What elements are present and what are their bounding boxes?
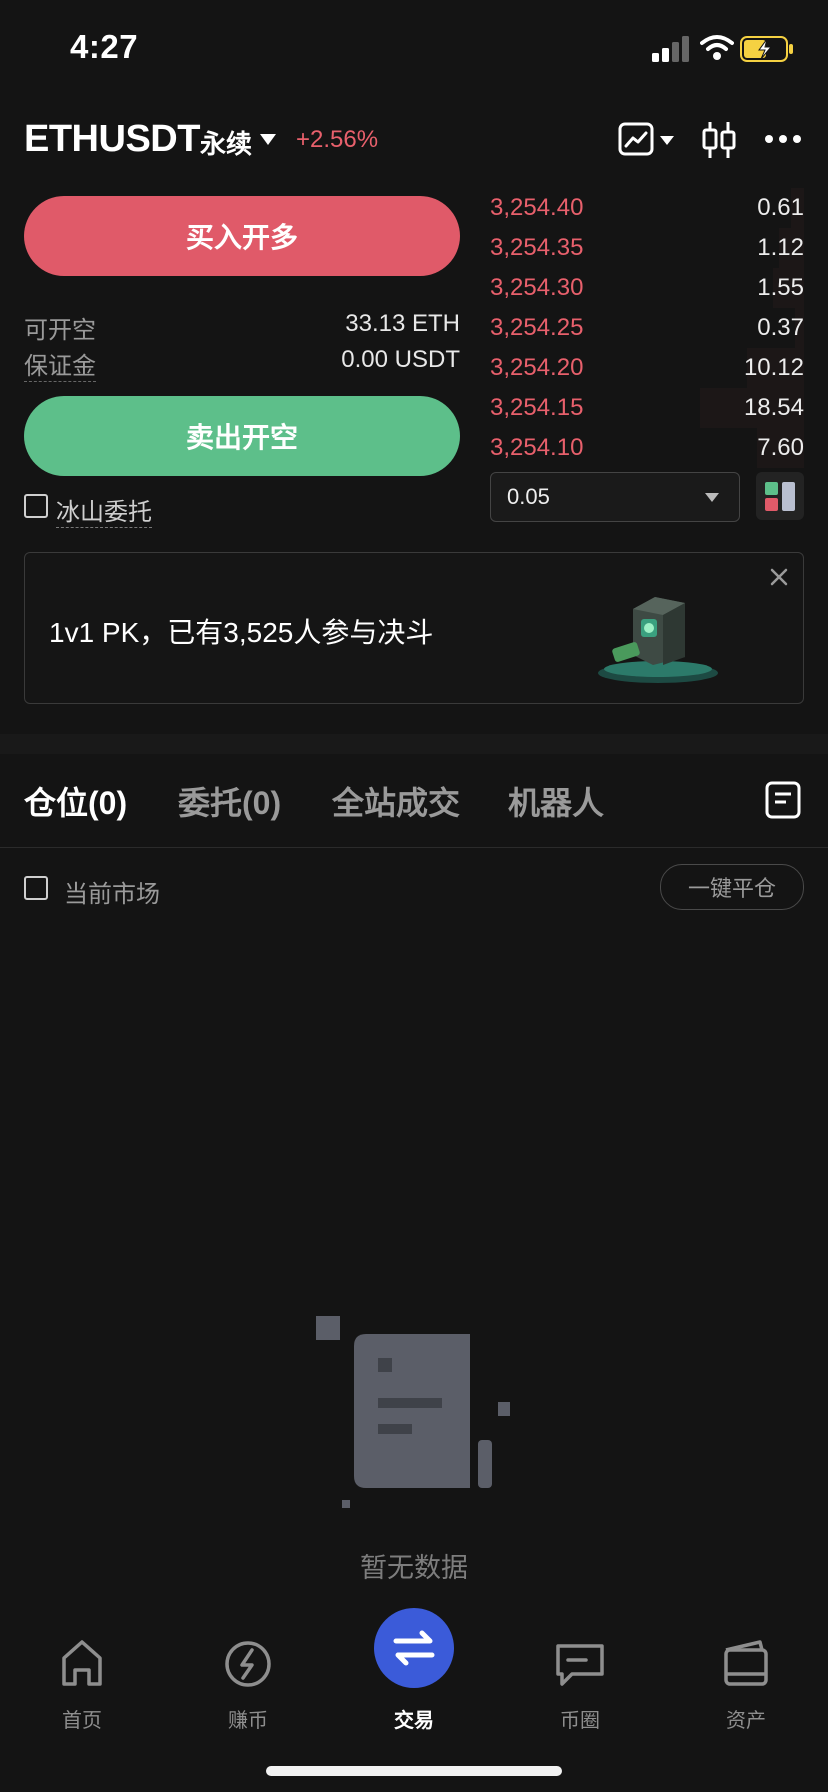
orderbook-qty: 18.54 (743, 394, 804, 421)
tab-all-trades[interactable]: 全站成交 (332, 778, 460, 824)
orderbook-row[interactable]: 3,254.10 7.60 (490, 428, 804, 474)
orderbook-price: 3,254.25 (490, 314, 584, 341)
trade-swap-icon (374, 1608, 454, 1688)
community-chat-icon (556, 1644, 604, 1686)
close-icon[interactable] (769, 567, 789, 587)
more-icon[interactable] (764, 132, 802, 146)
orderbook-qty: 7.60 (757, 434, 804, 461)
nav-community[interactable]: 币圈 (520, 1632, 640, 1732)
orderbook-row[interactable]: 3,254.30 1.55 (490, 268, 804, 314)
wifi-icon (700, 35, 734, 60)
tab-positions[interactable]: 仓位(0) (24, 778, 127, 824)
available-value: 33.13 ETH (345, 310, 460, 337)
promo-banner[interactable]: 1v1 PK，已有3,525人参与决斗 (24, 552, 804, 704)
tab-orders[interactable]: 委托(0) (178, 778, 281, 824)
tab-bots[interactable]: 机器人 (508, 778, 604, 824)
close-all-button[interactable]: 一键平仓 (660, 864, 804, 910)
symbol-title[interactable]: ETHUSDT (24, 118, 200, 161)
buy-long-button[interactable]: 买入开多 (24, 196, 460, 276)
chart-dropdown-icon[interactable] (660, 136, 674, 145)
chart-icon[interactable] (618, 122, 654, 156)
orderbook-price: 3,254.40 (490, 194, 584, 221)
precision-value: 0.05 (507, 484, 550, 509)
orderbook-qty: 0.37 (757, 314, 804, 341)
status-time: 4:27 (70, 28, 139, 65)
sell-short-button[interactable]: 卖出开空 (24, 396, 460, 476)
section-divider (0, 734, 828, 754)
orderbook-price: 3,254.20 (490, 354, 584, 381)
orderbook-price: 3,254.35 (490, 234, 584, 261)
document-icon[interactable] (764, 780, 802, 820)
layout-icon (765, 482, 795, 511)
orderbook-price: 3,254.30 (490, 274, 584, 301)
orderbook-qty: 1.55 (757, 274, 804, 301)
chevron-down-icon (705, 493, 719, 502)
home-icon (62, 1640, 102, 1686)
contract-type[interactable]: 永续 (200, 124, 252, 161)
nav-earn[interactable]: 赚币 (188, 1632, 308, 1732)
nav-home[interactable]: 首页 (22, 1632, 142, 1732)
precision-select[interactable]: 0.05 (490, 472, 740, 522)
nav-trade-label: 交易 (394, 1710, 434, 1732)
orderbook-layout-button[interactable] (756, 472, 804, 520)
candlestick-icon[interactable] (702, 120, 736, 160)
current-market-label: 当前市场 (64, 881, 160, 908)
symbol-dropdown-icon[interactable] (260, 134, 276, 145)
available-label: 可开空 (24, 317, 96, 344)
nav-assets-label: 资产 (726, 1710, 766, 1732)
nav-community-label: 币圈 (560, 1710, 600, 1732)
iceberg-checkbox[interactable] (24, 494, 48, 518)
promo-banner-text: 1v1 PK，已有3,525人参与决斗 (49, 617, 434, 648)
earn-icon (225, 1641, 271, 1687)
nav-earn-label: 赚币 (228, 1710, 268, 1732)
orderbook-qty: 10.12 (743, 354, 804, 381)
price-change: +2.56% (296, 126, 379, 153)
empty-document-icon (316, 1316, 510, 1508)
orderbook-qty: 0.61 (757, 194, 804, 221)
current-market-checkbox[interactable] (24, 876, 48, 900)
empty-state-text: 暂无数据 (360, 1553, 468, 1583)
orderbook-price: 3,254.10 (490, 434, 584, 461)
treasure-box-icon (598, 597, 718, 683)
wallet-icon (724, 1640, 768, 1686)
tabs-divider (0, 847, 828, 848)
iceberg-label[interactable]: 冰山委托 (56, 492, 152, 528)
margin-label[interactable]: 保证金 (24, 346, 96, 382)
orderbook-row[interactable]: 3,254.40 0.61 (490, 188, 804, 234)
margin-value: 0.00 USDT (341, 346, 460, 373)
home-indicator (266, 1766, 562, 1776)
orderbook-price: 3,254.15 (490, 394, 584, 421)
orderbook-qty: 1.12 (757, 234, 804, 261)
orderbook-row[interactable]: 3,254.35 1.12 (490, 228, 804, 274)
nav-home-label: 首页 (62, 1710, 102, 1732)
cellular-signal-icon (652, 36, 689, 62)
nav-assets[interactable]: 资产 (686, 1632, 806, 1732)
battery-charging-icon (740, 36, 793, 62)
